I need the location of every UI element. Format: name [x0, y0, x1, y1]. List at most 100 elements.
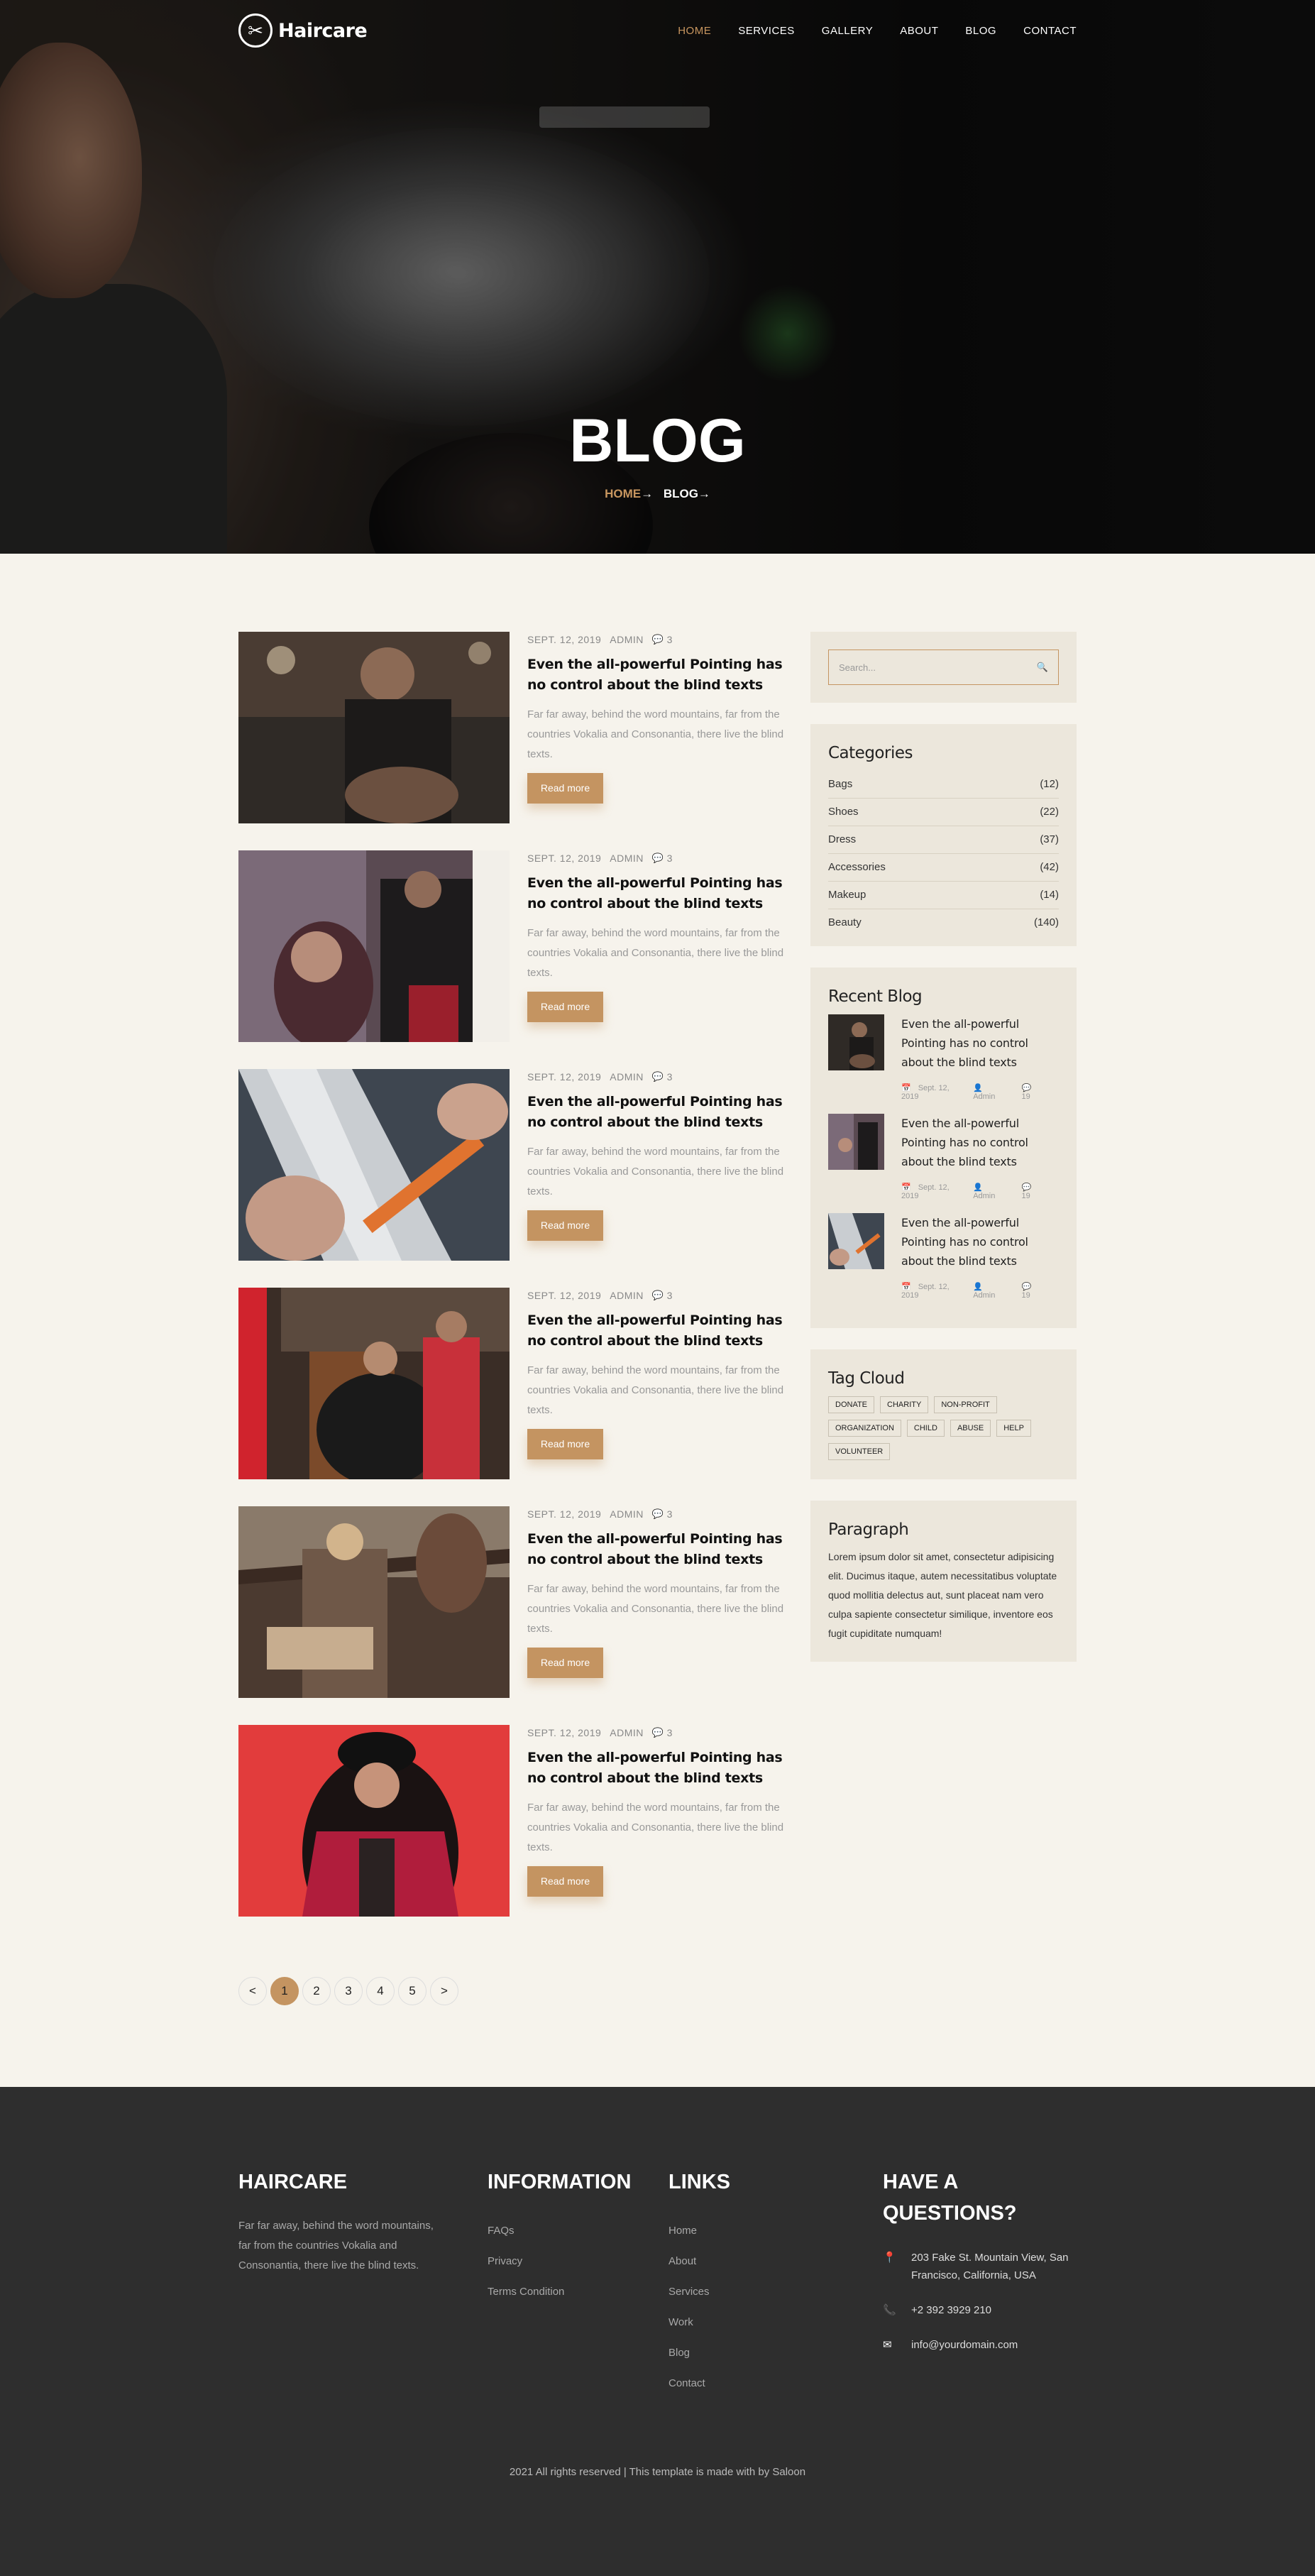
category-item[interactable]: Dress (37) — [828, 826, 1059, 854]
recent-blog-item-title[interactable]: Even the all-powerful Pointing has no co… — [901, 1213, 1059, 1271]
read-more-button[interactable]: Read more — [527, 992, 603, 1022]
category-item[interactable]: Bags (12) — [828, 771, 1059, 799]
category-item[interactable]: Makeup (14) — [828, 882, 1059, 909]
post-date[interactable]: SEPT. 12, 2019 — [527, 1508, 601, 1520]
post-author[interactable]: ADMIN — [610, 1071, 644, 1083]
footer-link-contact[interactable]: Contact — [668, 2377, 839, 2389]
post-comments[interactable]: 💬 3 — [652, 1727, 673, 1738]
post-comments[interactable]: 💬 3 — [652, 1290, 673, 1301]
category-item[interactable]: Accessories (42) — [828, 854, 1059, 882]
recent-blog-author[interactable]: 👤 Admin — [973, 1183, 1014, 1200]
recent-blog-date[interactable]: 📅 Sept. 12, 2019 — [901, 1183, 966, 1200]
tag-non-profit[interactable]: NON-PROFIT — [934, 1396, 997, 1413]
post-comments[interactable]: 💬 3 — [652, 634, 673, 645]
post-comments[interactable]: 💬 3 — [652, 1508, 673, 1520]
nav-contact[interactable]: CONTACT — [1023, 25, 1077, 37]
read-more-button[interactable]: Read more — [527, 1648, 603, 1678]
recent-blog-comments[interactable]: 💬 19 — [1022, 1282, 1052, 1300]
search-input[interactable]: Search... 🔍 — [828, 650, 1059, 685]
pagination-page-2[interactable]: 2 — [302, 1977, 331, 2005]
nav-gallery[interactable]: GALLERY — [822, 25, 873, 37]
post-author[interactable]: ADMIN — [610, 853, 644, 864]
post-author[interactable]: ADMIN — [610, 1727, 644, 1738]
tag-charity[interactable]: CHARITY — [880, 1396, 929, 1413]
nav-services[interactable]: SERVICES — [738, 25, 795, 37]
brand-logo[interactable]: ✂ Haircare — [238, 13, 368, 48]
recent-blog-thumbnail[interactable] — [828, 1114, 884, 1170]
phone-text[interactable]: +2 392 3929 210 — [911, 2301, 991, 2319]
recent-blog-comments[interactable]: 💬 19 — [1022, 1183, 1052, 1200]
post-date[interactable]: SEPT. 12, 2019 — [527, 1727, 601, 1738]
post-title[interactable]: Even the all-powerful Pointing has no co… — [527, 1529, 784, 1570]
post-author[interactable]: ADMIN — [610, 634, 644, 645]
recent-blog-item[interactable]: Even the all-powerful Pointing has no co… — [828, 1014, 1059, 1101]
read-more-button[interactable]: Read more — [527, 1866, 603, 1897]
post-image[interactable] — [238, 1506, 510, 1698]
post-author[interactable]: ADMIN — [610, 1508, 644, 1520]
tag-cloud-widget: Tag Cloud DONATE CHARITY NON-PROFIT ORGA… — [810, 1349, 1077, 1479]
pagination-page-5[interactable]: 5 — [398, 1977, 427, 2005]
read-more-button[interactable]: Read more — [527, 773, 603, 804]
footer-link-home[interactable]: Home — [668, 2225, 839, 2237]
post-image[interactable] — [238, 1725, 510, 1917]
email-text[interactable]: info@yourdomain.com — [911, 2336, 1018, 2354]
search-icon[interactable]: 🔍 — [1037, 662, 1048, 673]
tag-organization[interactable]: ORGANIZATION — [828, 1420, 901, 1437]
recent-blog-item[interactable]: Even the all-powerful Pointing has no co… — [828, 1213, 1059, 1300]
footer-link-services[interactable]: Services — [668, 2286, 839, 2298]
tag-abuse[interactable]: ABUSE — [950, 1420, 991, 1437]
tag-donate[interactable]: DONATE — [828, 1396, 875, 1413]
recent-blog-date[interactable]: 📅 Sept. 12, 2019 — [901, 1282, 966, 1300]
post-title[interactable]: Even the all-powerful Pointing has no co… — [527, 1310, 784, 1352]
category-item[interactable]: Shoes (22) — [828, 799, 1059, 826]
post-title[interactable]: Even the all-powerful Pointing has no co… — [527, 1748, 784, 1789]
read-more-button[interactable]: Read more — [527, 1429, 603, 1459]
nav-about[interactable]: ABOUT — [900, 25, 938, 37]
recent-blog-date[interactable]: 📅 Sept. 12, 2019 — [901, 1083, 966, 1101]
footer-link-privacy[interactable]: Privacy — [488, 2255, 658, 2267]
footer-link-terms[interactable]: Terms Condition — [488, 2286, 658, 2298]
recent-blog-item-title[interactable]: Even the all-powerful Pointing has no co… — [901, 1014, 1059, 1072]
post-image[interactable] — [238, 1069, 510, 1261]
footer-link-blog[interactable]: Blog — [668, 2347, 839, 2359]
post-image[interactable] — [238, 1288, 510, 1479]
post-date[interactable]: SEPT. 12, 2019 — [527, 1071, 601, 1083]
recent-blog-item[interactable]: Even the all-powerful Pointing has no co… — [828, 1114, 1059, 1200]
read-more-button[interactable]: Read more — [527, 1210, 603, 1241]
post-date[interactable]: SEPT. 12, 2019 — [527, 853, 601, 864]
footer-link-work[interactable]: Work — [668, 2316, 839, 2328]
recent-blog-thumbnail[interactable] — [828, 1213, 884, 1269]
recent-blog-comments[interactable]: 💬 19 — [1022, 1083, 1052, 1101]
recent-blog-author[interactable]: 👤 Admin — [973, 1083, 1014, 1101]
tag-help[interactable]: HELP — [996, 1420, 1031, 1437]
category-count: (14) — [1040, 889, 1059, 901]
category-item[interactable]: Beauty (140) — [828, 909, 1059, 936]
post-date[interactable]: SEPT. 12, 2019 — [527, 634, 601, 645]
recent-blog-item-title[interactable]: Even the all-powerful Pointing has no co… — [901, 1114, 1059, 1171]
footer-email[interactable]: ✉ info@yourdomain.com — [883, 2336, 1082, 2354]
tag-child[interactable]: CHILD — [906, 1420, 945, 1437]
post-image[interactable] — [238, 632, 510, 823]
post-comments[interactable]: 💬 3 — [652, 853, 673, 864]
nav-home[interactable]: HOME — [678, 25, 711, 37]
pagination-prev[interactable]: < — [238, 1977, 267, 2005]
pagination-page-3[interactable]: 3 — [334, 1977, 363, 2005]
pagination-page-4[interactable]: 4 — [366, 1977, 395, 2005]
recent-blog-author[interactable]: 👤 Admin — [973, 1282, 1014, 1300]
post-image[interactable] — [238, 850, 510, 1042]
footer-link-about[interactable]: About — [668, 2255, 839, 2267]
post-title[interactable]: Even the all-powerful Pointing has no co… — [527, 654, 784, 696]
post-title[interactable]: Even the all-powerful Pointing has no co… — [527, 873, 784, 914]
pagination-page-1[interactable]: 1 — [270, 1977, 299, 2005]
post-comments[interactable]: 💬 3 — [652, 1071, 673, 1083]
breadcrumb-home[interactable]: HOME — [605, 487, 641, 500]
post-title[interactable]: Even the all-powerful Pointing has no co… — [527, 1092, 784, 1133]
post-date[interactable]: SEPT. 12, 2019 — [527, 1290, 601, 1301]
post-author[interactable]: ADMIN — [610, 1290, 644, 1301]
footer-link-faqs[interactable]: FAQs — [488, 2225, 658, 2237]
tag-volunteer[interactable]: VOLUNTEER — [828, 1443, 891, 1460]
footer-phone[interactable]: 📞 +2 392 3929 210 — [883, 2301, 1082, 2319]
nav-blog[interactable]: BLOG — [965, 25, 996, 37]
recent-blog-thumbnail[interactable] — [828, 1014, 884, 1070]
pagination-next[interactable]: > — [430, 1977, 458, 2005]
